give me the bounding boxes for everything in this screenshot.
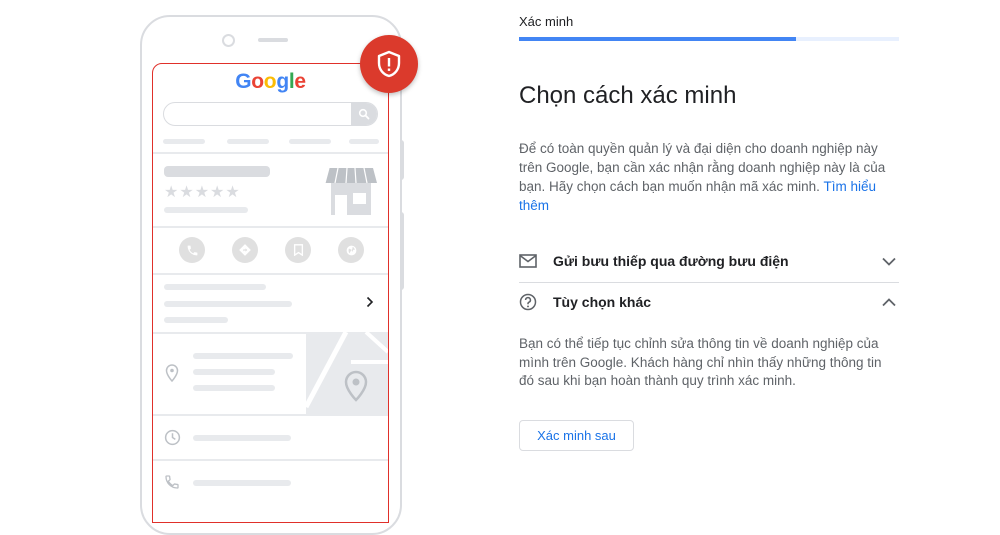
clock-icon [164,429,181,451]
directions-icon [232,237,258,263]
rating-stars: ★★★★★ [164,184,241,201]
business-name-placeholder [164,166,270,177]
map-thumbnail [306,332,388,414]
phone-icon [164,474,180,495]
option-other[interactable]: Tùy chọn khác [519,284,899,320]
verify-later-button[interactable]: Xác minh sau [519,420,634,451]
option-other-label: Tùy chọn khác [553,294,652,310]
phone-camera [222,34,235,47]
options-divider [519,282,899,283]
phone-side-button [400,212,404,290]
chevron-down-icon[interactable] [879,257,899,266]
other-options-description: Bạn có thể tiếp tục chỉnh sửa thông tin … [519,336,882,388]
progress-bar [519,37,899,41]
website-globe-icon [338,237,364,263]
business-category-placeholder [164,207,248,213]
progress-fill [519,37,797,41]
bookmark-icon [285,237,311,263]
storefront-icon [324,165,377,220]
help-circle-icon [519,293,541,311]
action-buttons-illustration [179,237,364,263]
phone-side-button [400,140,404,180]
phone-screen: Google ★★★★★ [152,63,389,523]
page-title: Chọn cách xác minh [519,82,737,109]
option-postcard[interactable]: Gửi bưu thiếp qua đường bưu điện [519,243,899,279]
security-shield-icon [360,35,418,93]
page-description: Để có toàn quyền quản lý và đại diện cho… [519,139,899,215]
step-label: Xác minh [519,14,574,29]
location-pin-icon [165,364,179,387]
phone-icon [179,237,205,263]
chevron-up-icon[interactable] [879,297,899,307]
option-postcard-label: Gửi bưu thiếp qua đường bưu điện [553,253,789,269]
search-icon [351,103,377,125]
google-logo: Google [235,70,306,93]
search-bar-illustration [163,102,378,126]
phone-speaker [258,38,288,42]
chevron-right-icon [366,295,374,313]
mail-icon [519,254,541,268]
